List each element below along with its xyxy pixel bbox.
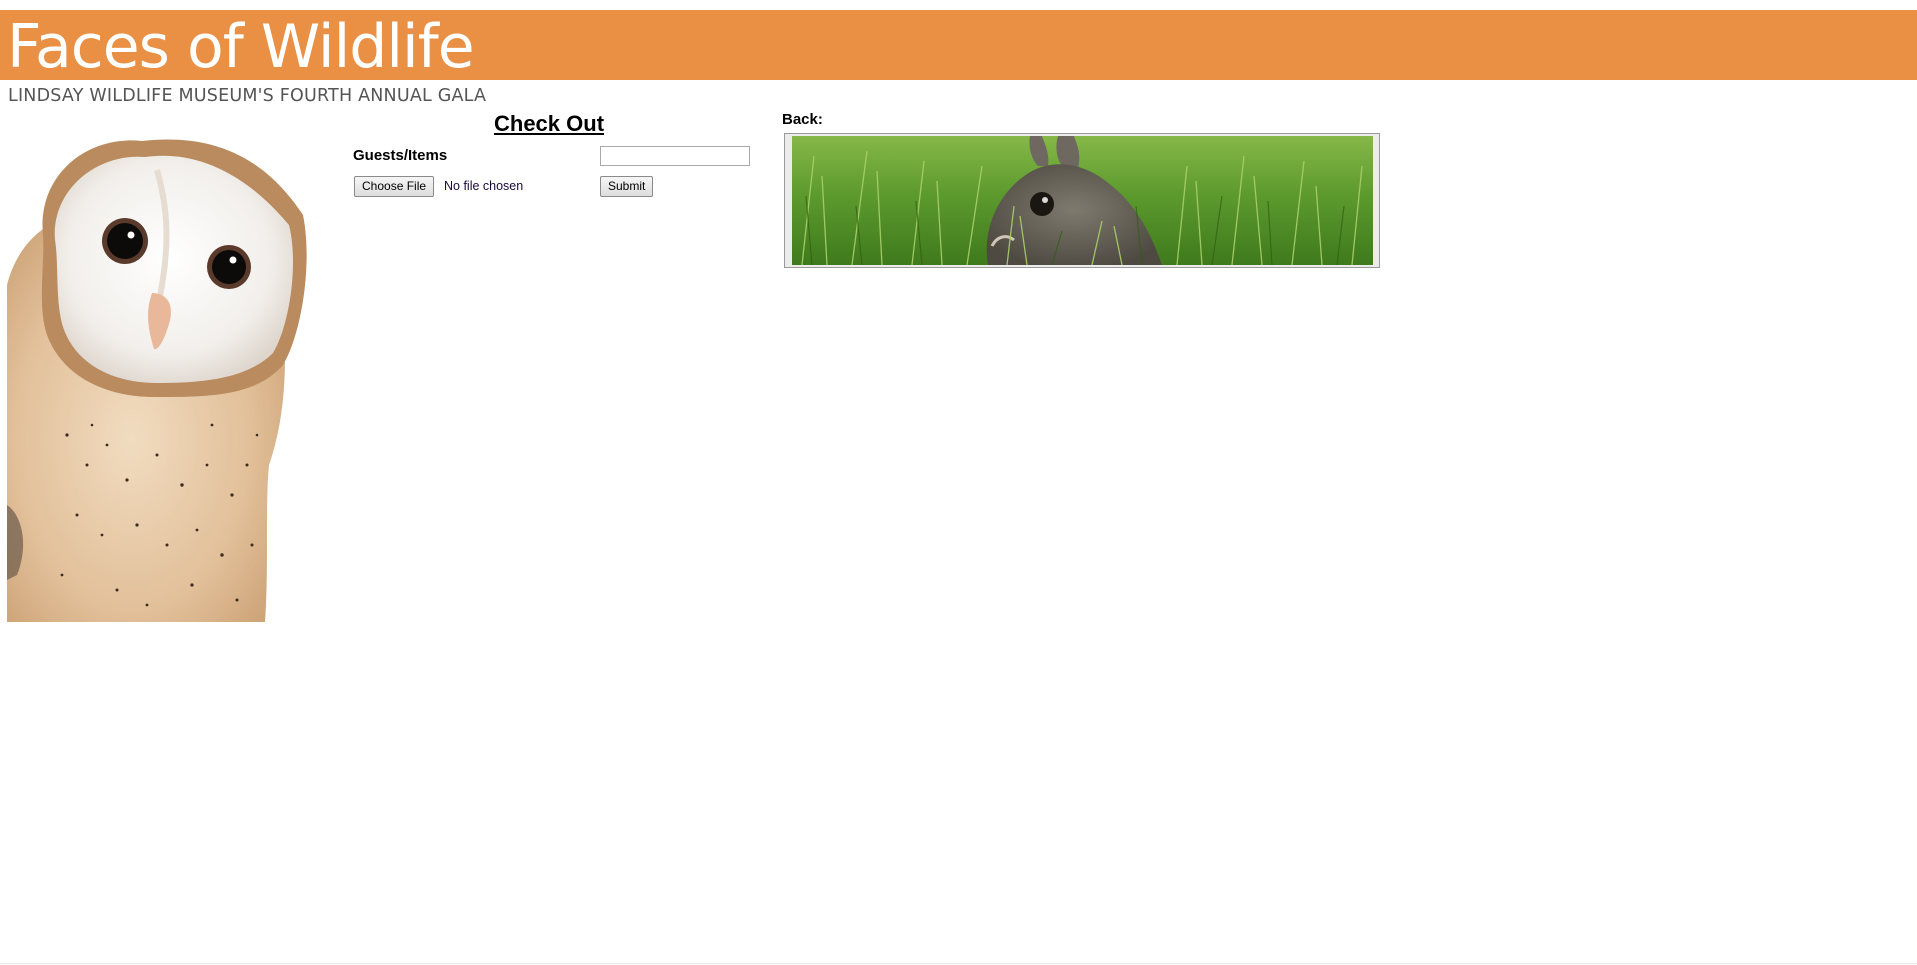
choose-file-button[interactable]: Choose File	[354, 176, 435, 197]
owl-image	[7, 139, 307, 622]
submit-button[interactable]: Submit	[600, 176, 654, 197]
checkout-title: Check Out	[494, 111, 605, 136]
site-title: Faces of Wildlife	[7, 12, 475, 82]
site-subtitle: LINDSAY WILDLIFE MUSEUM'S FOURTH ANNUAL …	[8, 86, 487, 106]
guests-items-label: Guests/Items	[353, 147, 448, 164]
back-image-link[interactable]	[784, 133, 1380, 268]
guests-items-input[interactable]	[600, 146, 750, 166]
page: Faces of Wildlife LINDSAY WILDLIFE MUSEU…	[0, 0, 1917, 965]
header-banner: Faces of Wildlife	[0, 10, 1917, 82]
page-bottom-divider	[0, 963, 1917, 964]
file-status-text: No file chosen	[444, 179, 524, 193]
rabbit-image	[792, 136, 1373, 265]
back-label: Back:	[782, 111, 823, 128]
